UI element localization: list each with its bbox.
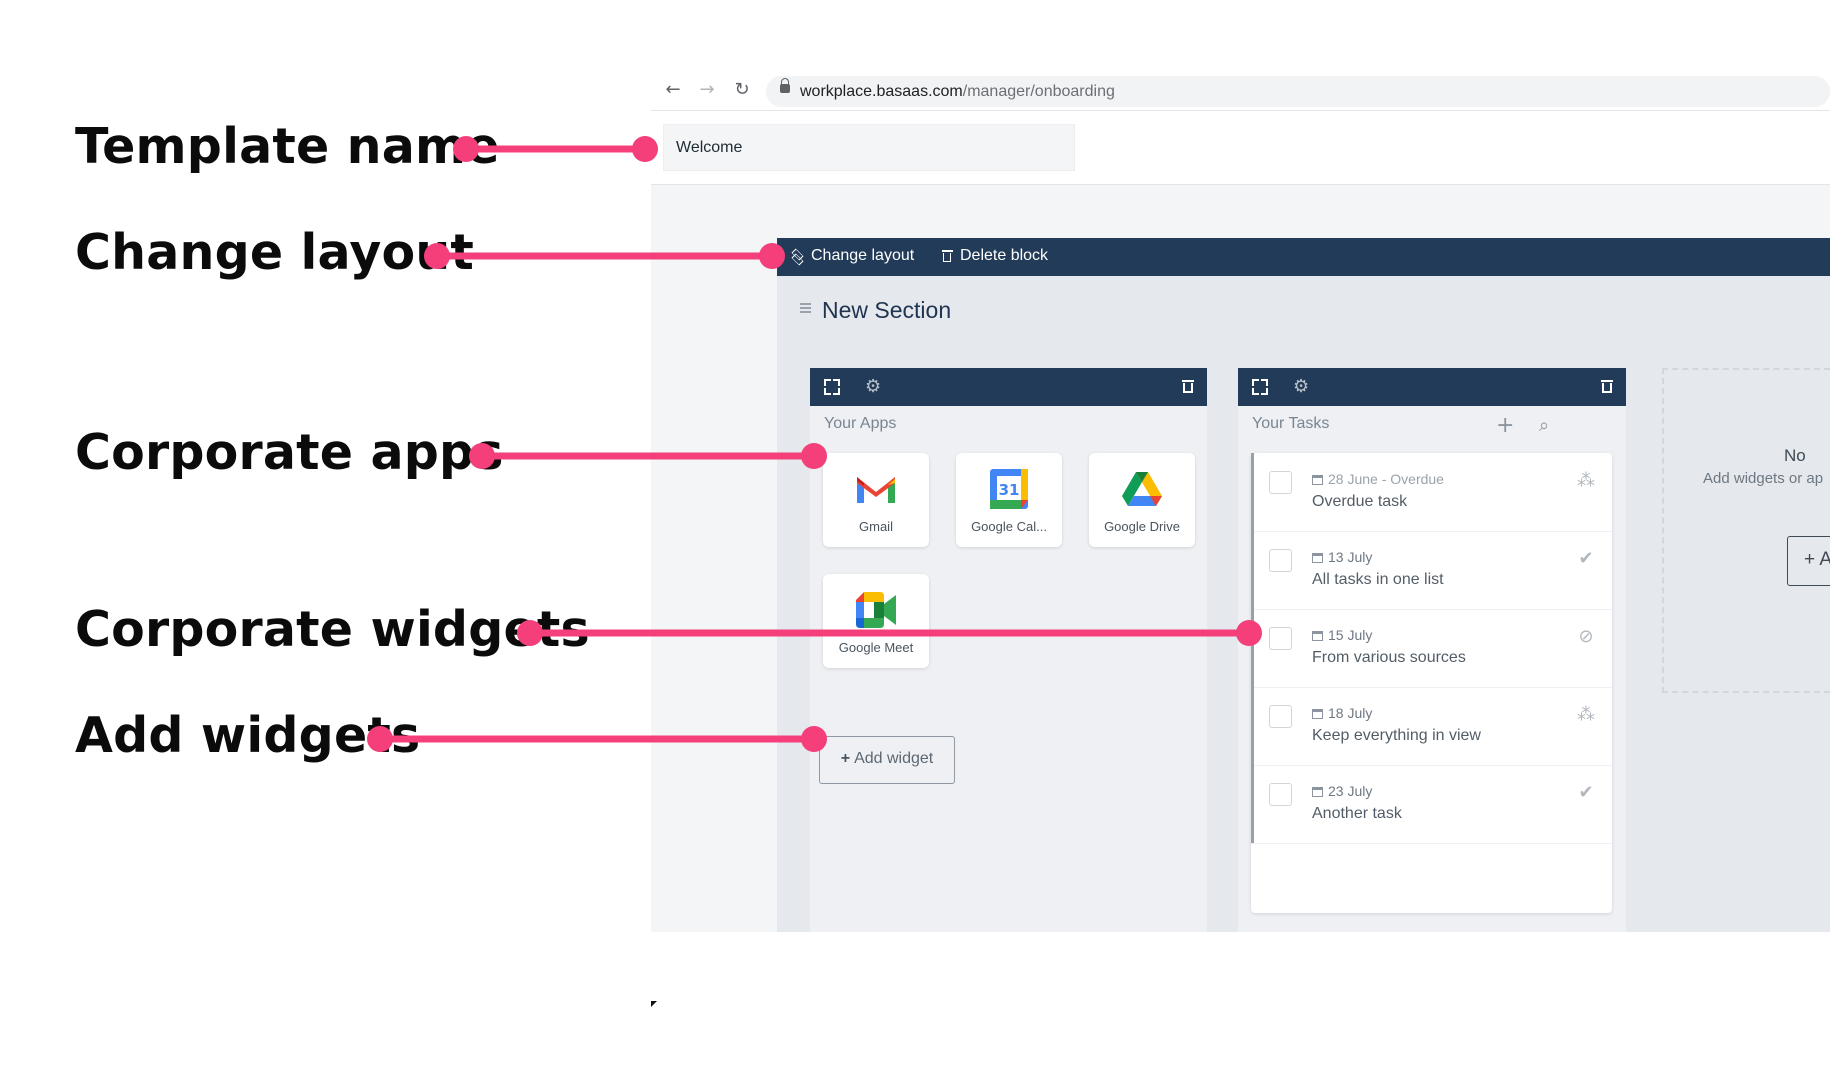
google-meet-icon (856, 592, 896, 628)
template-name-bar: Welcome (651, 112, 1830, 185)
app-tile-google-calendar[interactable]: 31 Google Cal... (956, 453, 1062, 547)
task-date: 28 June - Overdue (1312, 471, 1444, 487)
callout-template-name: Template name (75, 118, 500, 175)
empty-column-title: No (1784, 446, 1806, 465)
empty-column-hint: Add widgets or ap (1703, 470, 1824, 487)
address-bar[interactable]: workplace.basaas.com/manager/onboarding (766, 76, 1830, 107)
callout-add-widgets: Add widgets (75, 707, 421, 764)
app-label: Google Meet (838, 640, 914, 655)
tasks-widget-header: ⚙ (1238, 368, 1626, 406)
task-title: From various sources (1312, 649, 1466, 666)
trash-icon (942, 249, 953, 263)
task-title: Keep everything in view (1312, 727, 1481, 744)
add-widget-button[interactable]: + Add widget (819, 736, 955, 784)
task-title: All tasks in one list (1312, 571, 1444, 588)
task-row[interactable]: 23 July Another task ✔ (1251, 765, 1612, 844)
task-row[interactable]: 15 July From various sources ⊘ (1251, 609, 1612, 688)
checkmark-icon: ✔ (1578, 548, 1594, 569)
url-text: workplace.basaas.com/manager/onboarding (800, 83, 1115, 100)
lock-icon (780, 78, 790, 93)
layers-icon (791, 250, 804, 263)
cursor-icon (651, 1001, 657, 1007)
expand-icon[interactable] (824, 379, 840, 395)
task-checkbox[interactable] (1269, 705, 1292, 728)
apps-caption: Your Apps (824, 415, 897, 432)
task-row[interactable]: 13 July All tasks in one list ✔ (1251, 531, 1612, 610)
apps-widget: ⚙ Your Apps Gmail 31 Google Cal... Googl… (810, 368, 1207, 932)
back-arrow-icon[interactable]: ← (662, 79, 684, 101)
task-checkbox[interactable] (1269, 627, 1292, 650)
callout-change-layout: Change layout (75, 224, 475, 281)
svg-text:31: 31 (999, 481, 1020, 499)
change-layout-button[interactable]: Change layout (791, 247, 914, 265)
app-tile-google-meet[interactable]: Google Meet (823, 574, 929, 668)
template-name-input[interactable]: Welcome (663, 124, 1075, 171)
app-label: Gmail (859, 519, 893, 534)
source-apps-icon: ⁂ (1577, 704, 1595, 725)
callout-corporate-widgets: Corporate widgets (75, 601, 590, 658)
trash-icon[interactable] (1601, 380, 1613, 394)
block-toolbar: Change layout Delete block (777, 238, 1830, 276)
delete-block-button[interactable]: Delete block (942, 247, 1048, 265)
browser-toolbar: ← → ↻ workplace.basaas.com/manager/onboa… (651, 74, 1830, 111)
task-list: 28 June - Overdue Overdue task ⁂ 13 July… (1251, 453, 1612, 913)
reload-icon[interactable]: ↻ (731, 79, 753, 101)
task-date: 15 July (1312, 627, 1372, 643)
trash-icon[interactable] (1182, 380, 1194, 394)
google-drive-icon (1122, 472, 1162, 506)
calendar-icon (1312, 475, 1323, 485)
google-calendar-icon: 31 (990, 469, 1028, 509)
app-label: Google Cal... (971, 519, 1047, 534)
search-icon[interactable]: ⌕ (1539, 415, 1549, 436)
gear-icon[interactable]: ⚙ (865, 378, 881, 396)
section-title[interactable]: New Section (822, 297, 951, 324)
change-layout-label: Change layout (811, 247, 915, 264)
app-tile-gmail[interactable]: Gmail (823, 453, 929, 547)
task-checkbox[interactable] (1269, 783, 1292, 806)
app-tile-google-drive[interactable]: Google Drive (1089, 453, 1195, 547)
calendar-icon (1312, 631, 1323, 641)
task-title: Overdue task (1312, 493, 1408, 510)
apps-widget-header: ⚙ (810, 368, 1207, 406)
calendar-icon (1312, 553, 1323, 563)
add-widget-label: Add widget (854, 750, 934, 767)
gmail-icon (857, 477, 895, 503)
tasks-widget: ⚙ Your Tasks + ⌕ 28 June - Overdue Overd… (1238, 368, 1626, 932)
task-date: 23 July (1312, 783, 1372, 799)
tasks-caption: Your Tasks (1252, 415, 1330, 432)
callout-corporate-apps: Corporate apps (75, 424, 504, 481)
calendar-icon (1312, 787, 1323, 797)
checkmark-icon: ✔ (1578, 782, 1594, 803)
empty-column-add-button[interactable]: + A (1787, 536, 1830, 586)
check-circle-icon: ⊘ (1578, 626, 1594, 647)
task-row[interactable]: 18 July Keep everything in view ⁂ (1251, 687, 1612, 766)
expand-icon[interactable] (1252, 379, 1268, 395)
drag-handle-icon[interactable] (800, 303, 811, 313)
app-label: Google Drive (1104, 519, 1180, 534)
calendar-icon (1312, 709, 1323, 719)
task-date: 13 July (1312, 549, 1372, 565)
gear-icon[interactable]: ⚙ (1293, 378, 1309, 396)
add-task-icon[interactable]: + (1496, 413, 1514, 438)
plus-icon: + (840, 750, 851, 767)
forward-arrow-icon[interactable]: → (696, 79, 718, 101)
task-date: 18 July (1312, 705, 1372, 721)
delete-block-label: Delete block (960, 247, 1049, 264)
task-row[interactable]: 28 June - Overdue Overdue task ⁂ (1251, 453, 1612, 532)
empty-column: No Add widgets or ap + A (1662, 368, 1830, 693)
task-title: Another task (1312, 805, 1402, 822)
task-checkbox[interactable] (1269, 549, 1292, 572)
layout-block: Change layout Delete block New Section ⚙… (777, 238, 1830, 932)
task-checkbox[interactable] (1269, 471, 1292, 494)
source-apps-icon: ⁂ (1577, 470, 1595, 491)
